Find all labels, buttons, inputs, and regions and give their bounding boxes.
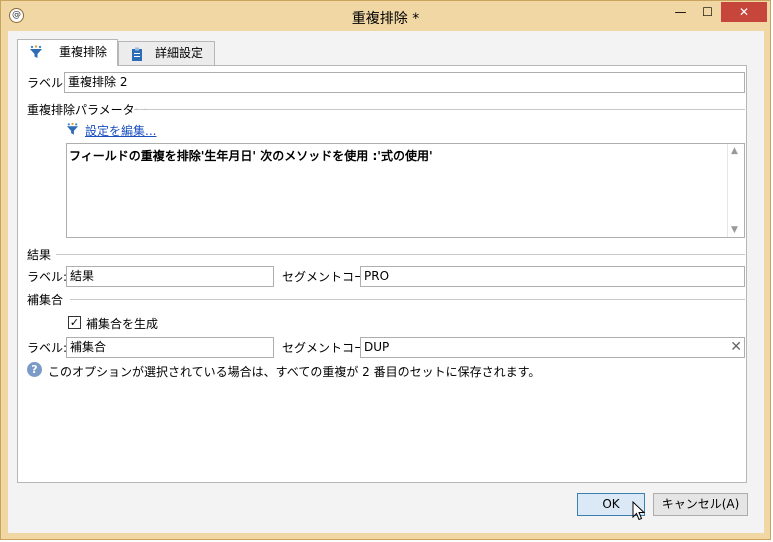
title-bar[interactable]: @ 重複排除 * — ☐ ✕: [1, 1, 770, 31]
clipboard-icon: [132, 47, 142, 61]
complement-section-title: 補集合: [27, 293, 64, 307]
results-label-caption: ラベル:: [27, 270, 68, 284]
section-divider: [70, 299, 745, 300]
info-text: このオプションが選択されている場合は、すべての重複が 2 番目のセットに保存され…: [48, 365, 541, 379]
description-text: フィールドの重複を排除'生年月日' 次のメソッドを使用 :'式の使用': [69, 149, 433, 163]
info-icon: ?: [27, 362, 42, 377]
scroll-up-icon[interactable]: ▲: [731, 146, 738, 156]
label-caption: ラベル:: [27, 76, 68, 90]
scrollbar[interactable]: ▲ ▼: [727, 144, 744, 237]
params-section-title: 重複排除パラメーター: [27, 103, 147, 117]
edit-settings-link[interactable]: 設定を編集...: [85, 122, 156, 139]
results-segment-input[interactable]: PRO: [360, 266, 745, 287]
section-divider: [56, 254, 745, 255]
window-title: 重複排除 *: [351, 11, 420, 27]
section-divider: [134, 109, 745, 110]
clear-icon[interactable]: ✕: [730, 339, 742, 356]
dialog-window: @ 重複排除 * — ☐ ✕ 重複排除 詳細設定 ラベル: 重複排除 2 重複排…: [0, 0, 771, 540]
close-button[interactable]: ✕: [721, 2, 767, 22]
complement-label-input[interactable]: 補集合: [66, 337, 274, 358]
tab-label: 重複排除: [59, 45, 108, 59]
description-area[interactable]: フィールドの重複を排除'生年月日' 次のメソッドを使用 :'式の使用' ▲ ▼: [66, 143, 745, 238]
complement-segment-value: DUP: [364, 340, 390, 354]
dialog-client-area: 重複排除 詳細設定 ラベル: 重複排除 2 重複排除パラメーター 設定を編集..…: [8, 31, 764, 533]
minimize-button[interactable]: —: [667, 2, 694, 22]
generate-complement-label: 補集合を生成: [86, 317, 159, 331]
results-label-input[interactable]: 結果: [66, 266, 274, 287]
tab-panel: ラベル: 重複排除 2 重複排除パラメーター 設定を編集... フィールドの重複…: [17, 65, 747, 483]
tab-advanced[interactable]: 詳細設定: [118, 41, 215, 65]
mouse-cursor-icon: [632, 501, 646, 521]
results-section-title: 結果: [27, 248, 52, 262]
complement-segment-input[interactable]: DUP ✕: [360, 337, 745, 358]
funnel-icon: [30, 45, 42, 58]
label-input[interactable]: 重複排除 2: [64, 72, 745, 93]
tab-label: 詳細設定: [155, 46, 204, 60]
cancel-button[interactable]: キャンセル(A): [653, 493, 748, 516]
maximize-button[interactable]: ☐: [694, 2, 721, 22]
complement-label-caption: ラベル:: [27, 341, 68, 355]
funnel-icon: [66, 122, 79, 135]
tab-deduplication[interactable]: 重複排除: [17, 39, 118, 66]
generate-complement-checkbox[interactable]: ✓: [68, 316, 81, 329]
scroll-down-icon[interactable]: ▼: [731, 225, 738, 235]
